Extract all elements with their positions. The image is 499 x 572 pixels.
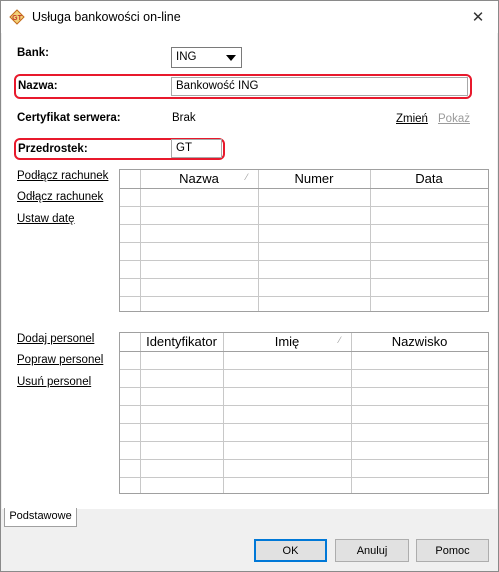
detach-account-link[interactable]: Odłącz rachunek [17,191,103,203]
ok-button[interactable]: OK [254,539,327,562]
attach-account-link[interactable]: Podłącz rachunek [17,170,108,182]
name-label: Nazwa: [18,80,58,92]
delete-personnel-link[interactable]: Usuń personel [17,376,91,388]
name-field[interactable]: Bankowość ING [171,77,468,96]
cancel-button[interactable]: Anuluj [335,539,409,562]
col-header-name[interactable]: Nazwa [140,170,258,188]
close-icon[interactable]: ✕ [458,1,498,33]
sort-indicator-icon: ⁄ [246,172,248,182]
gt-app-icon: GT [9,9,25,25]
col-header-identifier[interactable]: Identyfikator [140,333,223,351]
bank-label: Bank: [17,47,49,59]
sort-indicator-icon: ⁄ [339,335,341,345]
col-header-last-name[interactable]: Nazwisko [351,333,488,351]
cert-change-link[interactable]: Zmień [396,113,428,125]
cert-value: Brak [172,112,196,124]
window-title: Usługa bankowości on-line [32,10,181,24]
cert-label: Certyfikat serwera: [17,112,121,124]
col-header-first-name[interactable]: Imię [223,333,351,351]
personnel-table[interactable]: Identyfikator Imię ⁄ Nazwisko [119,332,489,494]
bank-select-value: ING [176,51,197,63]
edit-personnel-link[interactable]: Popraw personel [17,354,103,366]
col-header-date[interactable]: Data [370,170,488,188]
prefix-label: Przedrostek: [18,143,88,155]
svg-text:GT: GT [12,15,22,22]
add-personnel-link[interactable]: Dodaj personel [17,333,94,345]
cert-show-link[interactable]: Pokaż [438,113,470,125]
prefix-field-value: GT [176,142,192,154]
set-date-link[interactable]: Ustaw datę [17,213,75,225]
help-button[interactable]: Pomoc [416,539,489,562]
accounts-table[interactable]: Nazwa ⁄ Numer Data [119,169,489,312]
prefix-field[interactable]: GT [171,139,222,158]
chevron-down-icon[interactable] [226,55,236,61]
bank-select[interactable]: ING [171,47,242,68]
name-field-value: Bankowość ING [176,80,259,92]
tab-basic[interactable]: Podstawowe [4,508,77,527]
dialog-window: GT Usługa bankowości on-line ✕ Bank: ING… [0,0,499,572]
col-header-number[interactable]: Numer [258,170,370,188]
title-bar: GT Usługa bankowości on-line ✕ [1,1,498,33]
